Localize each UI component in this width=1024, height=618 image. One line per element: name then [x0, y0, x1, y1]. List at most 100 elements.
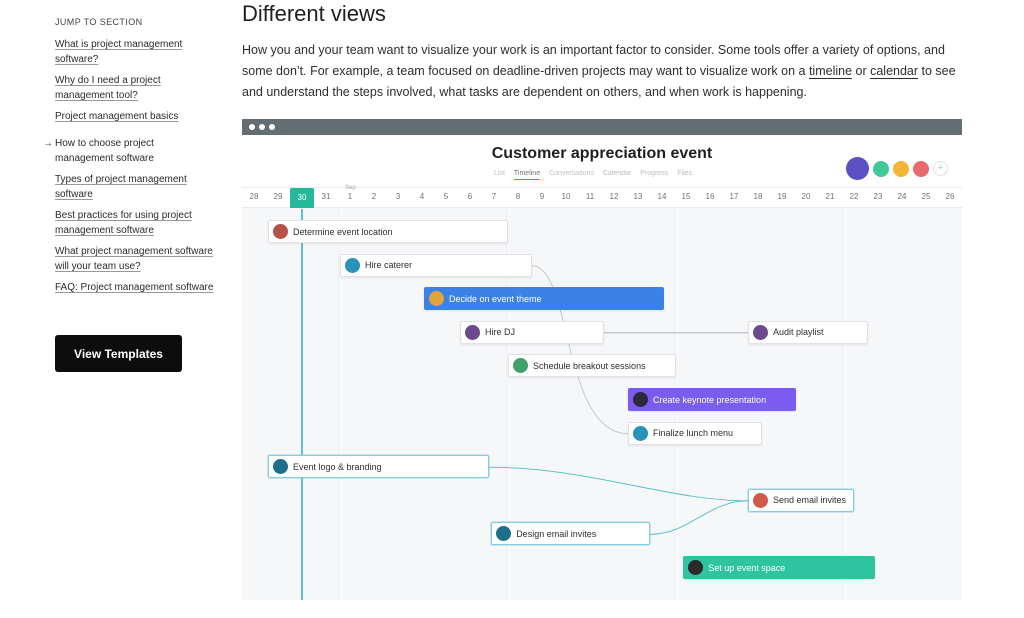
date-cell: 12: [609, 192, 619, 201]
calendar-link[interactable]: calendar: [870, 64, 918, 78]
paragraph-text: or: [852, 64, 871, 78]
timeline-date-header: 28 29 30 31 1 Sep 2 3 4 5 6 7 8 9 10 11 12 13 14 15 16 17 18 19…: [242, 185, 962, 208]
week-gridline: [842, 209, 843, 600]
toc-item[interactable]: Types of project management software: [55, 172, 215, 202]
member-avatar[interactable]: [893, 160, 909, 177]
date-cell: 26: [945, 192, 955, 201]
toc-item[interactable]: What project management software will yo…: [55, 244, 215, 274]
task-label: Set up event space: [708, 562, 786, 573]
task-label: Event logo & branding: [293, 461, 382, 472]
view-templates-button[interactable]: View Templates: [55, 335, 182, 372]
assignee-avatar: [273, 224, 288, 239]
assignee-avatar: [496, 526, 512, 542]
task-label: Determine event location: [293, 226, 393, 237]
date-cell: 29: [273, 192, 283, 201]
tab-timeline[interactable]: Timeline: [513, 170, 541, 180]
date-cell: 15: [681, 192, 691, 201]
date-cell: 9: [539, 192, 545, 201]
jump-to-section-label: JUMP TO SECTION: [55, 17, 143, 27]
toc-item[interactable]: Why do I need a project management tool?: [55, 73, 215, 103]
timeline-task[interactable]: Set up event space: [683, 556, 876, 579]
date-cell: 10: [561, 192, 571, 201]
task-label: Design email invites: [516, 528, 597, 539]
task-label: Hire DJ: [485, 327, 516, 338]
assignee-avatar: [753, 324, 768, 340]
date-cell: 23: [873, 192, 883, 201]
tab-conversations[interactable]: Conversations: [549, 170, 594, 180]
timeline-app-window: Customer appreciation event List Timeline…: [242, 119, 962, 600]
date-cell: 28: [249, 192, 259, 201]
date-cell: 3: [395, 192, 401, 201]
timeline-task[interactable]: Create keynote presentation: [628, 388, 796, 411]
date-cell: 13: [633, 192, 643, 201]
assignee-avatar: [633, 425, 648, 441]
toc-item[interactable]: → How to choose project management softwa…: [43, 136, 215, 166]
timeline-task[interactable]: Event logo & branding: [268, 455, 489, 479]
section-heading: Different views: [242, 1, 386, 26]
timeline-task[interactable]: Hire DJ: [460, 320, 604, 344]
toc-item-link[interactable]: Types of project management software: [55, 174, 187, 200]
assignee-avatar: [429, 291, 444, 307]
timeline-task[interactable]: Determine event location: [268, 220, 508, 243]
member-avatar[interactable]: [873, 160, 889, 177]
date-cell: 20: [801, 192, 811, 201]
date-cell: 2: [371, 192, 377, 201]
timeline-task[interactable]: Schedule breakout sessions: [508, 354, 676, 378]
timeline-task[interactable]: Send email invites: [748, 488, 854, 512]
toc-item-link[interactable]: Best practices for using project managem…: [55, 210, 192, 236]
task-label: Decide on event theme: [449, 293, 542, 304]
date-cell: 8: [515, 192, 521, 201]
window-dot-icon: [249, 124, 255, 130]
toc-item-label: How to choose project management softwar…: [55, 138, 154, 164]
assignee-avatar: [633, 392, 648, 407]
jump-to-section-nav: JUMP TO SECTION What is project manageme…: [43, 17, 215, 301]
toc-item[interactable]: FAQ: Project management software: [55, 280, 215, 295]
task-label: Hire caterer: [365, 260, 413, 271]
date-cell: 16: [705, 192, 715, 201]
date-cell: 18: [753, 192, 763, 201]
toc-item-link[interactable]: Project management basics: [55, 111, 178, 122]
date-cell: 17: [729, 192, 739, 201]
date-cell: 5: [443, 192, 449, 201]
member-avatar[interactable]: [846, 157, 869, 180]
date-cell: 11: [585, 192, 595, 201]
date-cell: 22: [849, 192, 859, 201]
timeline-task[interactable]: Audit playlist: [748, 320, 868, 344]
toc-item[interactable]: Project management basics: [55, 109, 215, 124]
window-dot-icon: [269, 124, 275, 130]
toc-item-link[interactable]: What project management software will yo…: [55, 246, 213, 272]
task-label: Schedule breakout sessions: [533, 360, 646, 371]
timeline-task[interactable]: Finalize lunch menu: [628, 421, 763, 445]
task-label: Send email invites: [773, 495, 847, 506]
window-titlebar: [242, 119, 962, 135]
tab-progress[interactable]: Progress: [640, 170, 668, 180]
tab-calendar[interactable]: Calendar: [603, 170, 631, 180]
timeline-link[interactable]: timeline: [809, 64, 852, 78]
add-member-icon[interactable]: +: [933, 161, 948, 176]
date-cell: 21: [825, 192, 835, 201]
toc-item[interactable]: Best practices for using project managem…: [55, 208, 215, 238]
member-avatar[interactable]: [913, 160, 929, 177]
toc-item-link[interactable]: Why do I need a project management tool?: [55, 75, 161, 101]
timeline-task[interactable]: Hire caterer: [340, 253, 532, 277]
date-cell: 24: [897, 192, 907, 201]
toc-item[interactable]: What is project management software?: [55, 37, 215, 67]
toc-item-link[interactable]: FAQ: Project management software: [55, 282, 213, 293]
timeline-task[interactable]: Decide on event theme: [424, 287, 664, 311]
toc-item-link[interactable]: What is project management software?: [55, 39, 182, 65]
month-label: Sep: [345, 185, 356, 191]
date-cell: 14: [657, 192, 667, 201]
tab-list[interactable]: List: [494, 170, 505, 180]
task-label: Create keynote presentation: [653, 394, 767, 405]
date-cell: 7: [491, 192, 497, 201]
assignee-avatar: [345, 257, 360, 273]
task-label: Finalize lunch menu: [653, 428, 734, 439]
task-label: Audit playlist: [773, 327, 824, 338]
tab-files[interactable]: Files: [677, 170, 692, 180]
project-tabs: List Timeline Conversations Calendar Progres…: [494, 170, 692, 180]
timeline-task[interactable]: Design email invites: [491, 522, 650, 546]
assignee-avatar: [688, 560, 704, 575]
section-paragraph: How you and your team want to visualize …: [242, 40, 967, 103]
date-cell: 1: [347, 192, 353, 201]
today-date: 30: [290, 188, 314, 208]
